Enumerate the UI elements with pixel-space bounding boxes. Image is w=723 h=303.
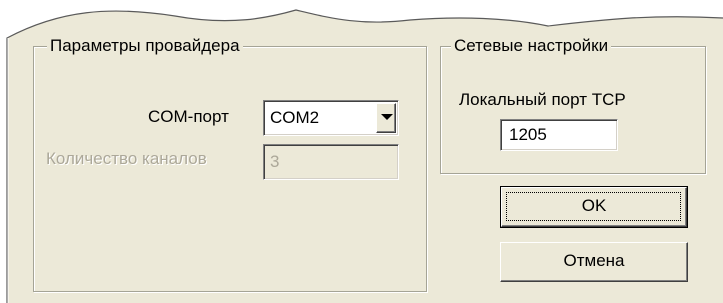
com-port-value: COM2 [270, 108, 320, 127]
channels-value: 3 [270, 152, 280, 171]
provider-params-title: Параметры провайдера [47, 36, 243, 56]
com-port-dropdown[interactable]: COM2 [263, 100, 399, 136]
cancel-button[interactable]: Отмена [500, 242, 688, 282]
channels-input: 3 [263, 144, 399, 180]
tcp-port-label: Локальный порт TCP [459, 90, 626, 109]
chevron-down-icon [381, 114, 393, 120]
ok-button[interactable]: OK [500, 186, 688, 228]
tcp-port-value: 1205 [509, 125, 547, 144]
tcp-port-input[interactable]: 1205 [500, 119, 618, 151]
com-port-label: COM-порт [148, 107, 229, 126]
channels-label: Количество каналов [46, 149, 207, 168]
network-settings-title: Сетевые настройки [451, 36, 612, 56]
network-settings-group: Сетевые настройки [440, 36, 706, 174]
cancel-button-label: Отмена [563, 251, 625, 270]
dropdown-arrow-button[interactable] [376, 103, 396, 133]
ok-button-label: OK [581, 196, 607, 215]
